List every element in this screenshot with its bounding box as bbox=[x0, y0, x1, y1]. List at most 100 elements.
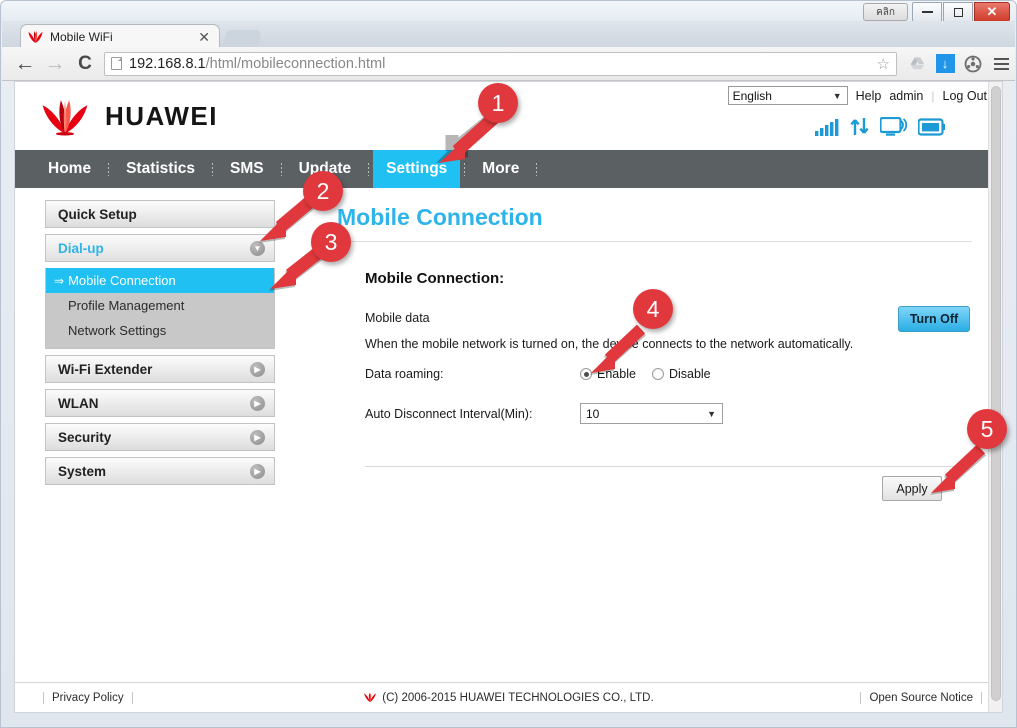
nav-item-sms[interactable]: SMS bbox=[217, 150, 277, 188]
wifi-monitor-icon bbox=[880, 117, 907, 136]
chevron-down-icon[interactable]: ▼ bbox=[250, 240, 265, 256]
title-divider bbox=[337, 241, 972, 242]
brand-name: HUAWEI bbox=[105, 100, 218, 131]
nav-divider bbox=[536, 162, 538, 176]
sidebar-subitem-label: Mobile Connection bbox=[68, 273, 176, 288]
page-title: Mobile Connection bbox=[337, 204, 543, 230]
apply-button[interactable]: Apply bbox=[882, 476, 942, 501]
os-window-frame: คลิก ✕ Mobile WiFi ✕ ← → C 192.168.8.1/h… bbox=[0, 0, 1017, 728]
section-title: Mobile Connection: bbox=[365, 270, 505, 287]
download-manager-button[interactable]: ↓ bbox=[931, 54, 959, 73]
nav-item-statistics[interactable]: Statistics bbox=[113, 150, 208, 188]
page-header-right: English ▼ Help admin | Log Out bbox=[727, 86, 987, 136]
sidebar-item-label: System bbox=[58, 463, 107, 479]
selected-arrow-icon: ⇒ bbox=[54, 273, 65, 288]
chevron-down-icon: ▼ bbox=[707, 408, 716, 419]
browser-tab[interactable]: Mobile WiFi ✕ bbox=[20, 24, 220, 49]
scrollbar-thumb[interactable] bbox=[991, 86, 1001, 701]
mobile-data-row: Mobile data Turn Off bbox=[365, 306, 972, 332]
help-link[interactable]: Help bbox=[856, 89, 882, 103]
main-navbar: Home Statistics SMS Update Settings More bbox=[15, 150, 1002, 188]
data-roaming-row: Data roaming: Enable Disable bbox=[365, 367, 972, 381]
minimize-icon bbox=[921, 11, 933, 13]
sidebar-submenu-dial-up: ⇒ Mobile Connection Profile Management N… bbox=[45, 268, 275, 349]
browser-toolbar: ← → C 192.168.8.1/html/mobileconnection.… bbox=[2, 47, 1015, 81]
sidebar-item-quick-setup[interactable]: Quick Setup bbox=[45, 200, 275, 228]
browser-tabstrip: Mobile WiFi ✕ bbox=[2, 21, 1015, 49]
video-downloader-icon[interactable] bbox=[959, 55, 987, 73]
nav-divider bbox=[108, 162, 110, 176]
data-roaming-disable-label: Disable bbox=[668, 367, 711, 381]
sidebar-item-dial-up[interactable]: Dial-up ▼ bbox=[45, 234, 275, 262]
sidebar-item-wlan[interactable]: WLAN ▶ bbox=[45, 389, 275, 417]
nav-divider bbox=[280, 162, 282, 176]
data-roaming-enable-label: Enable bbox=[597, 367, 636, 381]
mobile-data-label: Mobile data bbox=[365, 311, 430, 325]
chevron-right-icon[interactable]: ▶ bbox=[250, 395, 265, 411]
huawei-flower-footer-icon bbox=[364, 692, 377, 703]
data-transfer-icon bbox=[850, 118, 869, 135]
chrome-menu-icon bbox=[993, 57, 1009, 70]
huawei-flower-favicon-icon bbox=[28, 31, 43, 43]
thai-click-button[interactable]: คลิก bbox=[863, 3, 908, 21]
mobile-data-description: When the mobile network is turned on, th… bbox=[365, 337, 854, 351]
status-icons bbox=[815, 117, 945, 136]
sidebar-item-label: WLAN bbox=[58, 395, 99, 411]
sidebar-item-label: Dial-up bbox=[58, 240, 104, 256]
auto-disconnect-row: Auto Disconnect Interval(Min): 10 ▼ bbox=[365, 403, 972, 424]
sidebar-item-label: Quick Setup bbox=[58, 206, 137, 222]
signal-bars-icon bbox=[815, 119, 839, 136]
huawei-flower-logo-icon bbox=[42, 100, 88, 136]
window-minimize-button[interactable] bbox=[912, 2, 942, 22]
sidebar-item-label: Security bbox=[58, 429, 112, 445]
google-drive-icon[interactable] bbox=[903, 56, 931, 71]
apply-row: Apply bbox=[337, 467, 972, 509]
language-select[interactable]: English ▼ bbox=[727, 86, 848, 105]
address-bar[interactable]: 192.168.8.1/html/mobileconnection.html ☆ bbox=[104, 51, 897, 76]
nav-item-home[interactable]: Home bbox=[35, 150, 104, 188]
chevron-right-icon[interactable]: ▶ bbox=[250, 463, 265, 479]
open-source-notice-link[interactable]: Open Source Notice bbox=[860, 691, 982, 704]
user-label: admin bbox=[889, 88, 924, 103]
auto-disconnect-select[interactable]: 10 ▼ bbox=[580, 403, 723, 424]
window-close-button[interactable]: ✕ bbox=[974, 2, 1010, 22]
back-button[interactable]: ← bbox=[10, 52, 40, 76]
turn-off-button[interactable]: Turn Off bbox=[898, 306, 970, 332]
sidebar-item-wifi-extender[interactable]: Wi-Fi Extender ▶ bbox=[45, 355, 275, 383]
chevron-right-icon[interactable]: ▶ bbox=[250, 429, 265, 445]
url-path: /html/mobileconnection.html bbox=[205, 55, 386, 72]
data-roaming-enable-radio[interactable] bbox=[580, 368, 592, 380]
sidebar-subitem-profile-management[interactable]: Profile Management bbox=[46, 293, 274, 318]
sidebar-item-system[interactable]: System ▶ bbox=[45, 457, 275, 485]
auto-disconnect-value: 10 bbox=[586, 406, 600, 421]
sidebar-subitem-mobile-connection[interactable]: ⇒ Mobile Connection bbox=[46, 268, 274, 293]
nav-divider bbox=[464, 162, 466, 176]
bookmark-star-icon[interactable]: ☆ bbox=[877, 55, 890, 73]
privacy-policy-link[interactable]: Privacy Policy bbox=[43, 691, 133, 704]
reload-button[interactable]: C bbox=[70, 53, 100, 75]
tab-close-icon[interactable]: ✕ bbox=[195, 30, 213, 44]
nav-item-update[interactable]: Update bbox=[286, 150, 365, 188]
chevron-right-icon[interactable]: ▶ bbox=[250, 361, 265, 377]
nav-divider bbox=[368, 162, 370, 176]
battery-icon bbox=[918, 118, 945, 136]
nav-divider bbox=[212, 162, 213, 176]
sidebar-item-security[interactable]: Security ▶ bbox=[45, 423, 275, 451]
logout-link[interactable]: Log Out bbox=[943, 89, 987, 103]
maximize-icon bbox=[953, 7, 963, 17]
chrome-menu-button[interactable] bbox=[987, 57, 1015, 70]
chevron-down-icon: ▼ bbox=[832, 90, 842, 101]
nav-item-more[interactable]: More bbox=[469, 150, 532, 188]
language-select-value: English bbox=[732, 88, 772, 103]
nav-item-settings[interactable]: Settings bbox=[373, 150, 461, 188]
url-host: 192.168.8.1 bbox=[129, 55, 206, 72]
auto-disconnect-label: Auto Disconnect Interval(Min): bbox=[365, 406, 533, 421]
copyright-notice: (C) 2006-2015 HUAWEI TECHNOLOGIES CO., L… bbox=[15, 692, 1002, 704]
page-scrollbar[interactable] bbox=[988, 82, 1002, 712]
forward-button[interactable]: → bbox=[40, 52, 70, 76]
header-separator: | bbox=[931, 88, 935, 103]
data-roaming-disable-radio[interactable] bbox=[651, 368, 664, 380]
window-maximize-button[interactable] bbox=[943, 2, 973, 22]
sidebar-subitem-network-settings[interactable]: Network Settings bbox=[46, 318, 274, 343]
page-body: Quick Setup Dial-up ▼ ⇒ Mobile Connectio… bbox=[15, 188, 1002, 682]
